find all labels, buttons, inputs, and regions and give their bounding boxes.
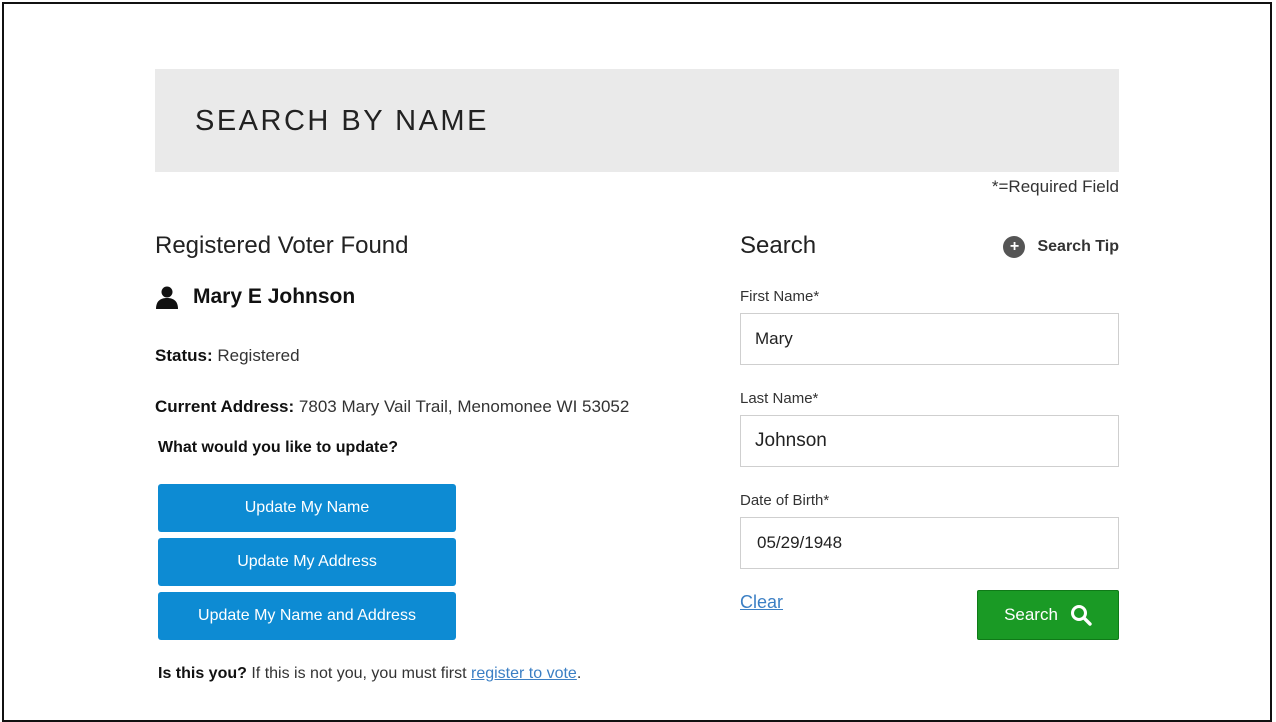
status-value: Registered — [217, 346, 300, 365]
address-value: 7803 Mary Vail Trail, Menomonee WI 53052 — [298, 397, 630, 416]
search-button-label: Search — [1004, 605, 1058, 624]
plus-circle-icon: + — [1003, 236, 1026, 258]
footer-bold: Is this you? — [158, 665, 247, 682]
required-field-note: *=Required Field — [991, 177, 1119, 196]
update-question: What would you like to update? — [158, 439, 398, 456]
voter-name-row: Mary E Johnson — [155, 285, 355, 309]
voter-name: Mary E Johnson — [193, 285, 356, 308]
dob-label: Date of Birth* — [740, 492, 830, 509]
register-to-vote-link[interactable]: register to vote — [471, 665, 577, 682]
footer-text: If this is not you, you must first — [251, 665, 467, 682]
update-name-and-address-button[interactable]: Update My Name and Address — [158, 592, 456, 640]
last-name-label: Last Name* — [740, 390, 819, 407]
user-icon — [156, 286, 178, 309]
status-label: Status — [155, 346, 207, 365]
address-label: Current Address: — [155, 397, 295, 416]
footer-line: Is this you? If this is not you, you mus… — [158, 665, 581, 683]
address-line: Current Address: 7803 Mary Vail Trail, M… — [155, 397, 629, 417]
status-line: Status: Registered — [155, 346, 300, 365]
search-tip-button[interactable]: + Search Tip — [1003, 236, 1119, 258]
footer-end: . — [576, 665, 582, 682]
header-band: SEARCH BY NAME — [155, 69, 1119, 172]
page-title: SEARCH BY NAME — [195, 105, 489, 137]
update-address-button[interactable]: Update My Address — [158, 538, 456, 586]
search-tip-label: Search Tip — [1037, 238, 1119, 255]
search-button[interactable]: Search — [977, 590, 1119, 640]
update-name-button[interactable]: Update My Name — [158, 484, 456, 532]
first-name-label: First Name* — [740, 288, 820, 305]
search-heading: Search — [740, 232, 817, 259]
first-name-input[interactable] — [740, 313, 1119, 365]
clear-link[interactable]: Clear — [740, 592, 783, 613]
search-icon — [1070, 605, 1092, 626]
result-heading: Registered Voter Found — [155, 232, 409, 259]
dob-input[interactable] — [740, 517, 1119, 569]
last-name-input[interactable] — [740, 415, 1119, 467]
